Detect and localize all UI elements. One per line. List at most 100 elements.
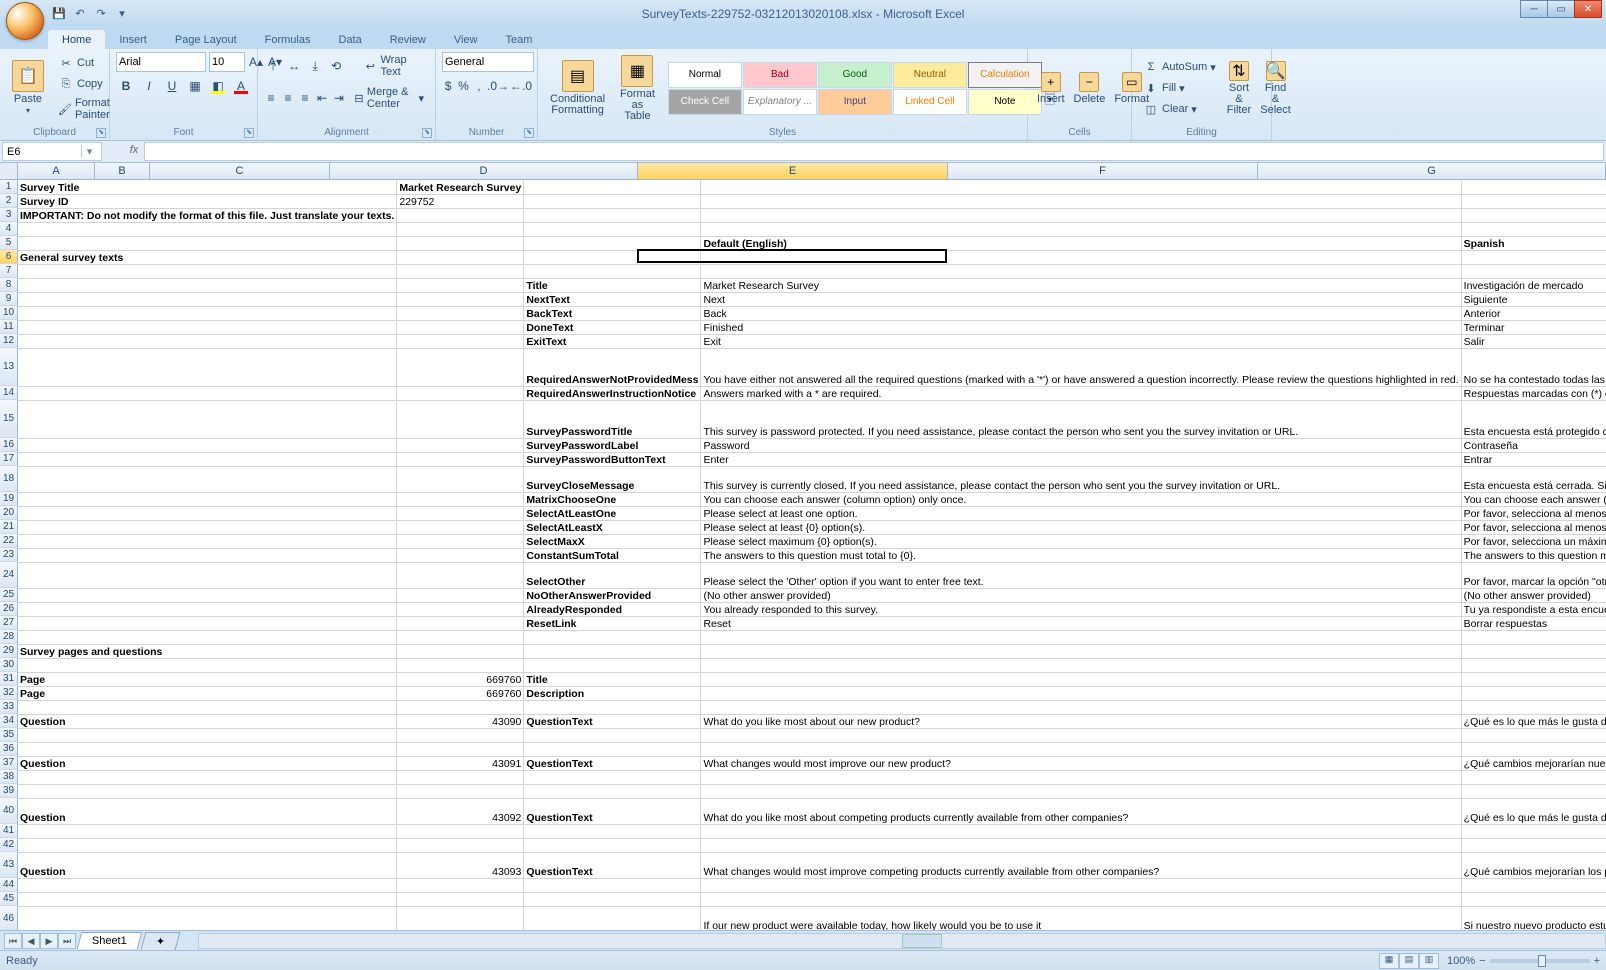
style-neutral[interactable]: Neutral [893,62,967,88]
cell-E6[interactable] [1461,250,1606,264]
font-name-select[interactable] [116,52,206,72]
cell-B2[interactable]: 229752 [397,194,524,208]
cell-C14[interactable]: RequiredAnswerInstructionNotice [524,386,701,400]
cell-D39[interactable] [701,784,1461,798]
number-format-select[interactable] [442,52,534,72]
tab-view[interactable]: View [440,30,492,49]
row-header-19[interactable]: 19 [0,492,18,506]
wrap-text-button[interactable]: ↩Wrap Text [358,52,429,80]
cell-D17[interactable]: Enter [701,452,1461,466]
sheet-tab-sheet1[interactable]: Sheet1 [77,932,142,949]
cell-C3[interactable] [524,208,701,222]
percent-icon[interactable]: % [457,76,470,96]
cell-E17[interactable]: Entrar [1461,452,1606,466]
col-header-E[interactable]: E [638,163,948,180]
cell-D46[interactable]: If our new product were available today,… [701,906,1461,930]
cell-C35[interactable] [524,728,701,742]
cell-D19[interactable]: You can choose each answer (column optio… [701,492,1461,506]
cell-A9[interactable] [18,292,397,306]
cell-B21[interactable] [397,520,524,534]
cell-B30[interactable] [397,658,524,672]
cell-E45[interactable] [1461,892,1606,906]
cell-C45[interactable] [524,892,701,906]
cell-D29[interactable] [701,644,1461,658]
row-header-43[interactable]: 43 [0,852,18,878]
cell-D7[interactable] [701,264,1461,278]
cell-C18[interactable]: SurveyCloseMessage [524,466,701,492]
cell-C30[interactable] [524,658,701,672]
cell-D14[interactable]: Answers marked with a * are required. [701,386,1461,400]
cell-A25[interactable] [18,588,397,602]
cell-B1[interactable]: Market Research Survey [397,180,524,194]
cell-E20[interactable]: Por favor, selecciona al menos una opció… [1461,506,1606,520]
cell-D38[interactable] [701,770,1461,784]
cell-B45[interactable] [397,892,524,906]
cell-E32[interactable] [1461,686,1606,700]
style-normal[interactable]: Normal [668,62,742,88]
row-header-16[interactable]: 16 [0,438,18,452]
cell-C13[interactable]: RequiredAnswerNotProvidedMess [524,348,701,386]
cell-C26[interactable]: AlreadyResponded [524,602,701,616]
cell-C40[interactable]: QuestionText [524,798,701,824]
cell-C33[interactable] [524,700,701,714]
cell-B4[interactable] [397,222,524,236]
row-header-12[interactable]: 12 [0,334,18,348]
zoom-out-icon[interactable]: − [1479,955,1485,967]
cell-C31[interactable]: Title [524,672,701,686]
tab-data[interactable]: Data [324,30,375,49]
cell-D1[interactable] [701,180,1461,194]
row-header-6[interactable]: 6 [0,250,18,264]
minimize-button[interactable]: ─ [1520,0,1548,18]
cell-A41[interactable] [18,824,397,838]
cell-B28[interactable] [397,630,524,644]
cell-B33[interactable] [397,700,524,714]
cell-D37[interactable]: What changes would most improve our new … [701,756,1461,770]
cell-A34[interactable]: Question [18,714,397,728]
name-box[interactable]: E6▾ [2,142,102,161]
delete-cells-button[interactable]: −Delete [1071,70,1109,107]
row-header-3[interactable]: 3 [0,208,18,222]
cell-A4[interactable] [18,222,397,236]
increase-indent-icon[interactable]: ⇥ [332,88,346,108]
cell-B12[interactable] [397,334,524,348]
cell-D43[interactable]: What changes would most improve competin… [701,852,1461,878]
row-header-2[interactable]: 2 [0,194,18,208]
cell-A28[interactable] [18,630,397,644]
italic-button[interactable]: I [139,76,159,96]
cell-B36[interactable] [397,742,524,756]
cell-A40[interactable]: Question [18,798,397,824]
row-header-42[interactable]: 42 [0,838,18,852]
cell-C20[interactable]: SelectAtLeastOne [524,506,701,520]
row-header-4[interactable]: 4 [0,222,18,236]
cell-B44[interactable] [397,878,524,892]
col-header-D[interactable]: D [330,163,638,180]
cell-E14[interactable]: Respuestas marcadas con (*) es obligator… [1461,386,1606,400]
row-header-45[interactable]: 45 [0,892,18,906]
cell-E29[interactable] [1461,644,1606,658]
align-right-icon[interactable]: ≡ [298,88,312,108]
row-header-29[interactable]: 29 [0,644,18,658]
cell-D15[interactable]: This survey is password protected. If yo… [701,400,1461,438]
row-header-32[interactable]: 32 [0,686,18,700]
cell-E37[interactable]: ¿Qué cambios mejorarían nuestro nuevo pr… [1461,756,1606,770]
sort-filter-button[interactable]: ⇅Sort & Filter [1224,59,1254,118]
row-header-9[interactable]: 9 [0,292,18,306]
cell-B42[interactable] [397,838,524,852]
cell-B40[interactable]: 43092 [397,798,524,824]
tab-insert[interactable]: Insert [105,30,161,49]
cell-E27[interactable]: Borrar respuestas [1461,616,1606,630]
row-header-41[interactable]: 41 [0,824,18,838]
style-linked-cell[interactable]: Linked Cell [893,89,967,115]
autosum-button[interactable]: ΣAutoSum ▾ [1138,57,1221,77]
find-select-button[interactable]: 🔍Find & Select [1257,59,1294,118]
cell-D13[interactable]: You have either not answered all the req… [701,348,1461,386]
cut-button[interactable]: ✂Cut [53,53,117,73]
cell-A7[interactable] [18,264,397,278]
cell-A1[interactable]: Survey Title [18,180,397,194]
col-header-B[interactable]: B [95,163,150,180]
cell-B13[interactable] [397,348,524,386]
style-bad[interactable]: Bad [743,62,817,88]
underline-button[interactable]: U [162,76,182,96]
row-header-36[interactable]: 36 [0,742,18,756]
cell-C41[interactable] [524,824,701,838]
